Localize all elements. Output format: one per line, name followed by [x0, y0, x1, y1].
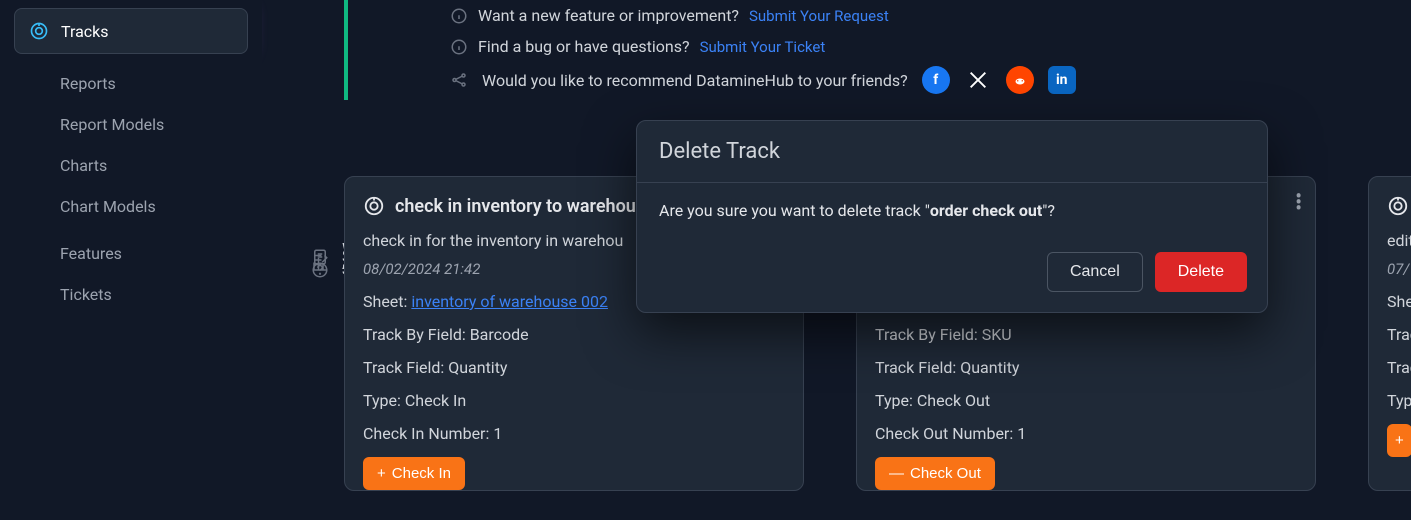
card-count: Check In Number: 1 — [363, 424, 785, 443]
sidebar-item-label: Report Models — [60, 115, 164, 134]
sidebar-item-charts[interactable]: Charts — [12, 146, 250, 185]
linkedin-icon[interactable]: in — [1048, 66, 1076, 94]
card-menu-icon[interactable]: ••• — [1295, 193, 1301, 211]
card-type: Type: Check In — [363, 391, 785, 410]
card-sheet: Shee — [1387, 292, 1411, 311]
sidebar-item-report-models[interactable]: Report Models — [12, 105, 250, 144]
card-trackfield: Track Field: Quantity — [363, 358, 785, 377]
banner: Want a new feature or improvement? Submi… — [344, 0, 1411, 100]
card-trackby: Track — [1387, 325, 1411, 344]
sidebar: Sheets Tracks Working Sheet Analytics Re… — [0, 0, 262, 520]
delete-dialog: Delete Track Are you sure you want to de… — [636, 120, 1268, 313]
sidebar-item-label: Chart Models — [60, 197, 156, 216]
info-icon — [450, 38, 468, 56]
track-card: edite 07/11 Shee Track Track Type + — [1368, 176, 1411, 491]
card-date: 07/11 — [1387, 260, 1411, 278]
card-trackby: Track By Field: SKU — [875, 325, 1297, 344]
sidebar-item-chart-models[interactable]: Chart Models — [12, 187, 250, 226]
plus-icon: + — [1395, 432, 1404, 449]
dialog-footer: Cancel Delete — [637, 238, 1267, 312]
plus-icon: + — [377, 465, 386, 482]
button-label: Check In — [392, 465, 451, 482]
check-out-button[interactable]: — Check Out — [875, 457, 995, 490]
delete-button[interactable]: Delete — [1155, 252, 1247, 292]
card-trackfield: Track Field: Quantity — [875, 358, 1297, 377]
banner-share-line: Would you like to recommend DatamineHub … — [450, 62, 1411, 100]
card-title-row — [1387, 195, 1411, 217]
submit-request-link[interactable]: Submit Your Request — [749, 7, 889, 25]
banner-text: Find a bug or have questions? — [478, 37, 690, 56]
submit-ticket-link[interactable]: Submit Your Ticket — [700, 38, 826, 56]
banner-text: Would you like to recommend DatamineHub … — [482, 71, 908, 90]
tracks-icon — [363, 195, 385, 217]
card-count: Check Out Number: 1 — [875, 424, 1297, 443]
sidebar-item-label: Features — [60, 244, 122, 263]
sidebar-item-label: Reports — [60, 74, 116, 93]
card-trackby: Track By Field: Barcode — [363, 325, 785, 344]
sidebar-item-label: Tickets — [60, 285, 112, 304]
sidebar-item-features[interactable]: Features — [12, 234, 250, 273]
minus-icon: — — [889, 465, 904, 482]
sidebar-item-label: Charts — [60, 156, 107, 175]
info-icon — [450, 7, 468, 25]
banner-bug-line: Find a bug or have questions? Submit You… — [450, 31, 1411, 62]
dialog-text-post: "? — [1042, 201, 1055, 220]
banner-feature-line: Want a new feature or improvement? Submi… — [450, 0, 1411, 31]
check-in-button[interactable]: + Check In — [363, 457, 465, 490]
tracks-icon — [29, 21, 49, 41]
sheet-link[interactable]: inventory of warehouse 002 — [411, 292, 608, 311]
card-type: Type — [1387, 391, 1411, 410]
check-button[interactable]: + — [1387, 424, 1411, 457]
dialog-text-pre: Are you sure you want to delete track " — [659, 201, 930, 220]
button-label: Check Out — [910, 465, 981, 482]
share-icon — [450, 71, 468, 89]
dialog-title: Delete Track — [637, 121, 1267, 183]
reddit-icon[interactable] — [1006, 66, 1034, 94]
sidebar-item-label: Tracks — [61, 22, 109, 41]
x-icon[interactable] — [964, 66, 992, 94]
sidebar-item-reports[interactable]: Reports — [12, 64, 250, 103]
field-label: Sheet: — [363, 292, 411, 311]
facebook-icon[interactable]: f — [922, 66, 950, 94]
sidebar-item-tracks[interactable]: Tracks — [14, 8, 248, 54]
cancel-button[interactable]: Cancel — [1047, 252, 1143, 292]
card-title: check in inventory to warehouse — [395, 196, 655, 217]
card-trackfield: Track — [1387, 358, 1411, 377]
dialog-body: Are you sure you want to delete track "o… — [637, 183, 1267, 238]
card-desc: edite — [1387, 231, 1411, 250]
sidebar-item-tickets[interactable]: Tickets — [12, 275, 250, 314]
card-type: Type: Check Out — [875, 391, 1297, 410]
dialog-track-name: order check out — [930, 201, 1042, 220]
banner-text: Want a new feature or improvement? — [478, 6, 739, 25]
tracks-icon — [1387, 195, 1409, 217]
